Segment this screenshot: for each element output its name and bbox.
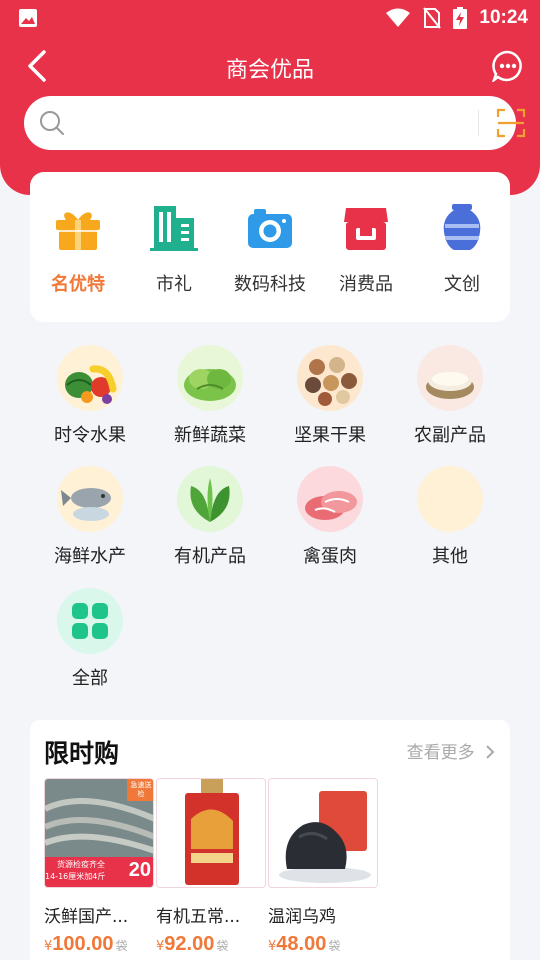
category-label: 数码科技 [234,274,306,295]
rice-image [417,345,483,411]
category-label: 市礼 [156,274,192,295]
flash-sale-section: 限时购 查看更多 急速送检 货源检疫齐全 14-16厘米加4斤 20 沃鲜国产.… [30,720,510,960]
badge-top-text: 急速送检 [130,781,152,798]
subcategory-label: 有机产品 [174,546,246,567]
badge-number: 20 [128,859,151,881]
category-card: 名优特 市礼 数码科技 消费品 文创 [30,172,510,322]
search-divider [478,110,479,136]
category-label: 名优特 [51,274,105,295]
gift-icon [56,212,100,250]
chicken-product-image [268,778,378,888]
flash-sale-title: 限时购 [44,739,120,768]
product-name: 温润乌鸡 [268,907,336,927]
product-unit: 袋 [115,939,128,953]
category-label: 文创 [444,274,480,295]
subcategory-label: 坚果干果 [294,425,366,446]
subcategory-label: 全部 [72,668,108,689]
wifi-icon [386,8,411,27]
subcategory-label: 农副产品 [414,425,486,446]
badge-bottom-text: 货源检疫齐全 [57,860,105,869]
category-item-city-gift[interactable]: 市礼 [126,202,222,302]
camera-icon [248,209,292,248]
product-name: 沃鲜国产... [44,907,129,927]
subcategory-poultry-meat[interactable]: 禽蛋肉 [275,466,385,576]
subcategory-label: 其他 [432,546,468,567]
badge-size-text: 14-16厘米加4斤 [45,872,106,881]
subcategory-all[interactable]: 全部 [35,588,145,698]
product-card[interactable]: 有机五常... ¥92.00 袋 [156,778,266,960]
status-bar: 10:24 [0,0,540,36]
fruit-image [57,345,123,411]
page-title: 商会优品 [225,58,314,83]
subcategory-label: 时令水果 [54,425,126,446]
category-item-famous[interactable]: 名优特 [30,202,126,302]
category-item-digital[interactable]: 数码科技 [222,202,318,302]
store-icon [344,208,388,250]
subcategory-label: 新鲜蔬菜 [174,425,246,446]
view-more-label: 查看更多 [406,743,475,763]
organic-image [177,466,243,532]
battery-charging-icon [453,7,468,29]
search-icon [40,111,64,135]
product-price: 100.00 [52,933,114,955]
search-bar [24,96,526,150]
status-time: 10:24 [479,7,528,28]
product-unit: 袋 [328,939,341,953]
product-card[interactable]: 温润乌鸡 ¥48.00 袋 [268,778,378,960]
subcategory-label: 海鲜水产 [54,546,126,567]
category-item-cultural[interactable]: 文创 [414,202,510,302]
subcategory-agricultural[interactable]: 农副产品 [395,345,505,455]
product-name: 有机五常... [156,907,241,927]
building-icon [150,206,198,251]
subcategory-other[interactable]: 其他 [395,466,505,576]
seafood-image [57,466,123,532]
subcategory-vegetable[interactable]: 新鲜蔬菜 [155,345,265,455]
vase-icon [443,204,481,250]
vegetable-image [177,345,243,411]
meat-image [297,466,363,532]
product-price-row: ¥92.00 袋 [156,933,266,956]
subcategory-label: 禽蛋肉 [303,546,357,567]
all-grid-icon [57,588,123,654]
message-more-icon[interactable] [492,50,524,82]
shrimp-product-image: 急速送检 货源检疫齐全 14-16厘米加4斤 20 [44,778,154,888]
category-label: 消费品 [339,274,393,295]
rice-product-image [156,778,266,888]
product-unit: 袋 [216,939,229,953]
nuts-image [297,345,363,411]
subcategory-fruit[interactable]: 时令水果 [35,345,145,455]
search-input[interactable] [76,106,456,140]
category-item-consumer[interactable]: 消费品 [318,202,414,302]
chevron-right-icon [486,745,495,759]
gallery-icon [19,9,37,27]
other-image [417,466,483,532]
product-price: 92.00 [164,933,215,955]
scan-icon[interactable] [496,108,526,138]
subcategory-organic[interactable]: 有机产品 [155,466,265,576]
product-price-row: ¥48.00 袋 [268,933,378,956]
subcategory-seafood[interactable]: 海鲜水产 [35,466,145,576]
product-price-row: ¥100.00 袋 [44,933,154,956]
subcategory-nuts[interactable]: 坚果干果 [275,345,385,455]
product-card[interactable]: 急速送检 货源检疫齐全 14-16厘米加4斤 20 沃鲜国产... ¥100.0… [44,778,154,960]
nav-bar: 商会优品 [0,40,540,92]
product-price: 48.00 [276,933,327,955]
no-sim-icon [423,7,442,29]
view-more-link[interactable]: 查看更多 [407,738,496,763]
